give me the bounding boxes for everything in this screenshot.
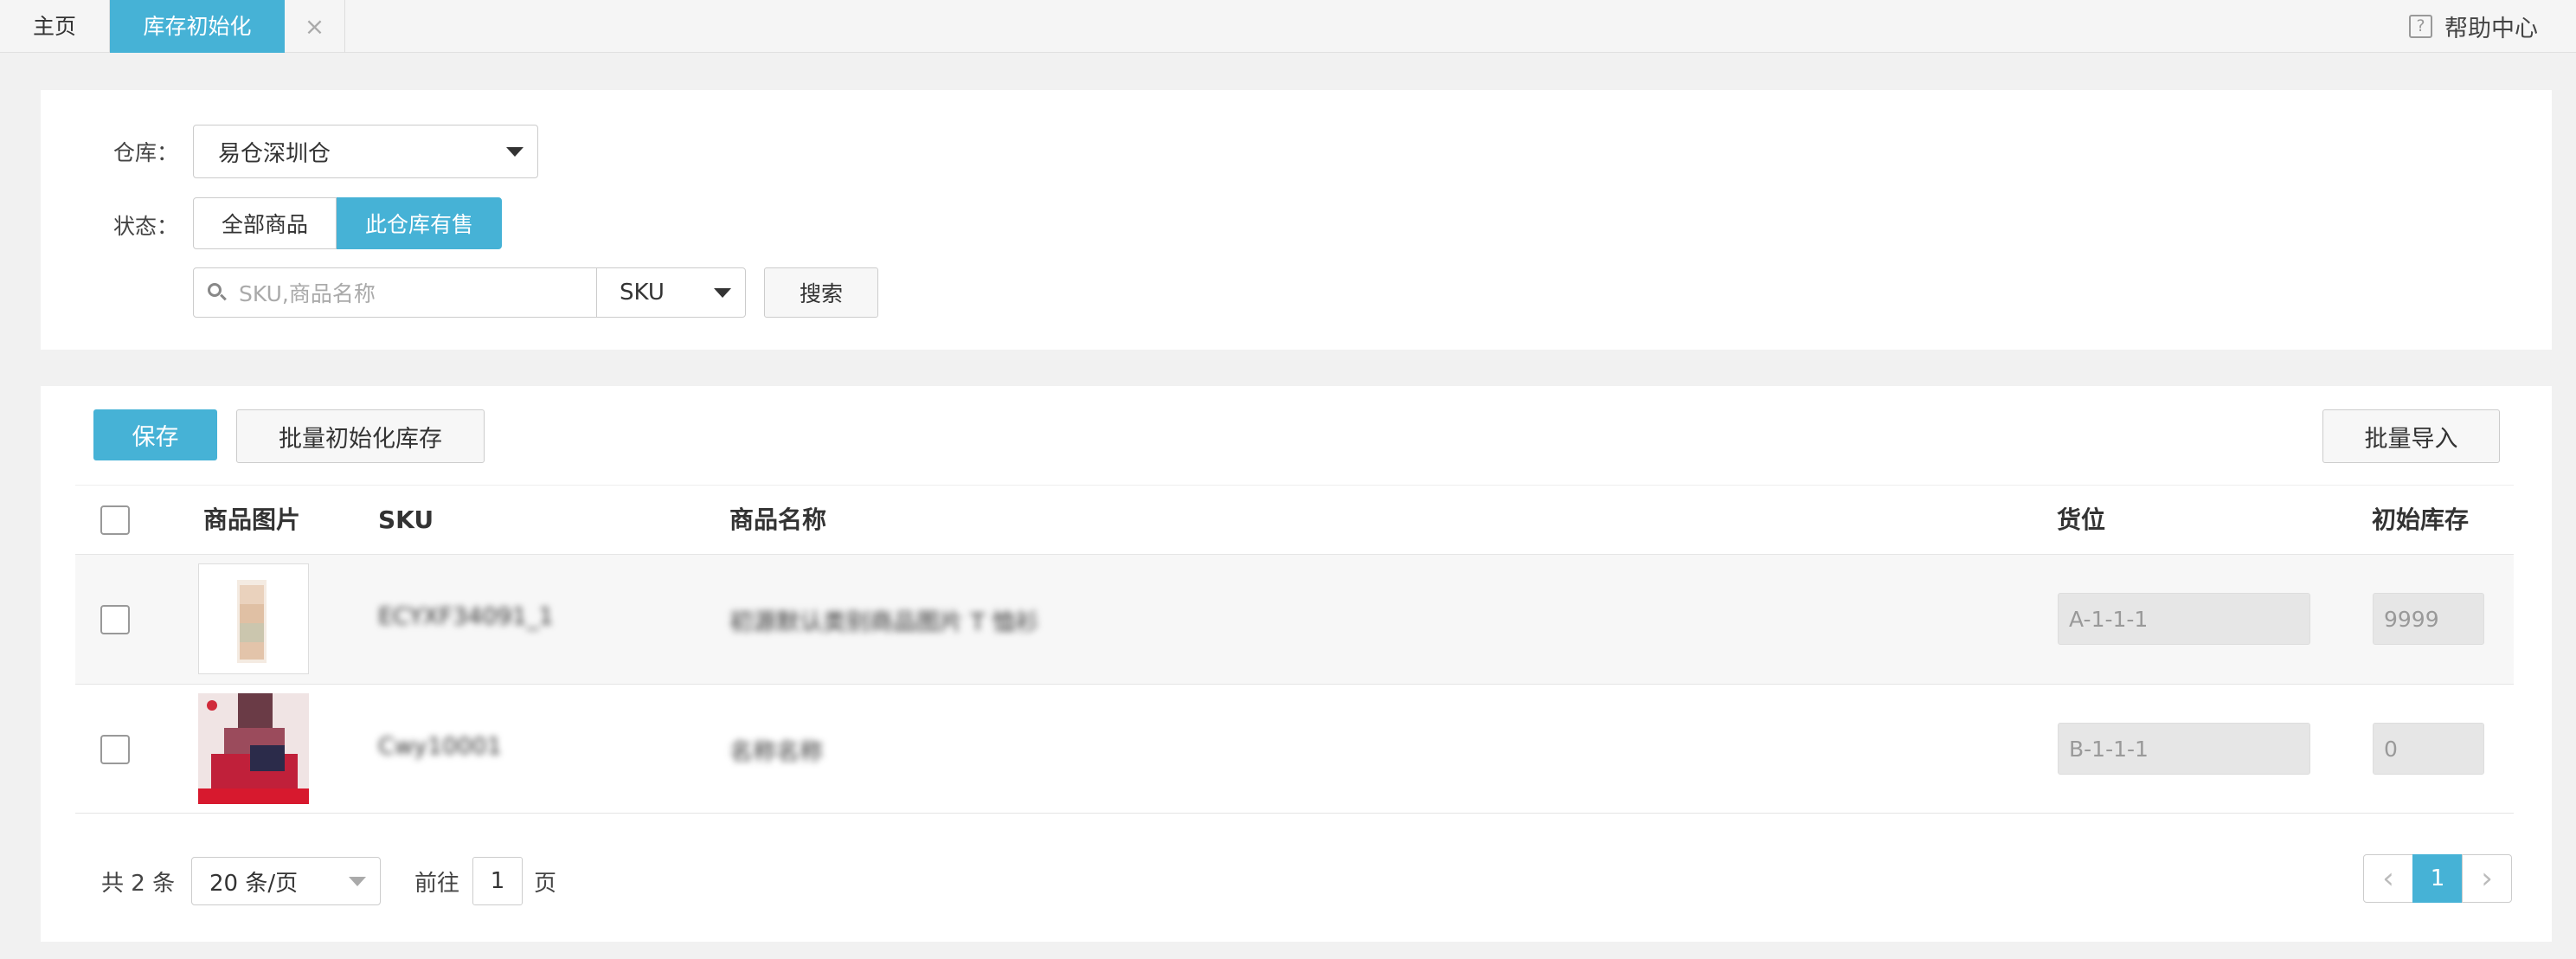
batch-import-button[interactable]: 批量导入: [2322, 409, 2500, 463]
page-size-value: 20 条/页: [209, 870, 299, 897]
header-image: 商品图片: [203, 505, 301, 534]
header-stock: 初始库存: [2372, 505, 2470, 534]
status-all-button[interactable]: 全部商品: [193, 197, 337, 249]
product-thumbnail: [198, 693, 309, 804]
search-field-value: SKU: [620, 280, 665, 306]
row-checkbox[interactable]: [100, 605, 130, 634]
table-header: 商品图片 SKU 商品名称 货位 初始库存: [75, 485, 2514, 554]
product-sku: ECYXF34091_1: [378, 603, 554, 630]
chevron-down-icon: [506, 147, 524, 157]
warehouse-value: 易仓深圳仓: [218, 140, 331, 167]
status-selling-button[interactable]: 此仓库有售: [337, 197, 502, 249]
chevron-down-icon: [349, 877, 366, 886]
product-sku: Cwy10001: [378, 733, 502, 760]
warehouse-label: 仓库：: [113, 140, 179, 165]
search-placeholder: SKU,商品名称: [239, 281, 376, 306]
help-center-link[interactable]: ? 帮助中心: [2409, 0, 2538, 53]
goto-page-input[interactable]: 1: [472, 857, 523, 905]
tab-bar: 主页 库存初始化 × ? 帮助中心: [0, 0, 2576, 53]
product-image: [198, 563, 309, 674]
status-label: 状态：: [113, 214, 179, 239]
prev-page-button[interactable]: ‹: [2363, 854, 2413, 903]
help-icon: ?: [2409, 15, 2432, 38]
next-page-button[interactable]: ›: [2462, 854, 2512, 903]
search-field-select[interactable]: SKU: [596, 267, 746, 318]
header-sku: SKU: [378, 505, 434, 534]
table-row: ECYXF34091_1 初源默认类别商品图片 T 恤衫 A-1-1-1 999…: [75, 554, 2514, 684]
close-tab-icon[interactable]: ×: [285, 0, 345, 53]
tab-inventory-init[interactable]: 库存初始化: [110, 0, 285, 53]
total-count: 共 2 条: [101, 871, 176, 897]
help-center-label: 帮助中心: [2444, 16, 2538, 42]
row-checkbox[interactable]: [100, 735, 130, 764]
filter-panel: 仓库： 易仓深圳仓 状态： 全部商品 此仓库有售 SKU,商品名称 SKU 搜索: [41, 90, 2552, 350]
header-location: 货位: [2057, 505, 2106, 534]
product-name: 名称名称: [729, 739, 823, 766]
save-button[interactable]: 保存: [93, 409, 217, 460]
table-panel: 保存 批量初始化库存 批量导入 商品图片 SKU 商品名称 货位 初始库存 EC…: [41, 386, 2552, 942]
search-input[interactable]: SKU,商品名称: [193, 267, 597, 318]
goto-suffix: 页: [534, 871, 557, 897]
location-input[interactable]: A-1-1-1: [2058, 593, 2310, 645]
page-size-select[interactable]: 20 条/页: [191, 857, 381, 905]
select-all-checkbox[interactable]: [100, 505, 130, 535]
search-button[interactable]: 搜索: [764, 267, 878, 318]
product-image: [198, 693, 309, 804]
stock-input[interactable]: 0: [2373, 723, 2484, 775]
header-name: 商品名称: [729, 505, 827, 534]
product-name: 初源默认类别商品图片 T 恤衫: [729, 609, 1039, 636]
batch-init-button[interactable]: 批量初始化库存: [236, 409, 485, 463]
search-icon: [208, 283, 227, 302]
goto-prefix: 前往: [414, 871, 460, 897]
chevron-down-icon: [714, 288, 731, 298]
product-thumbnail: [237, 580, 267, 663]
warehouse-select[interactable]: 易仓深圳仓: [193, 125, 538, 178]
current-page-button[interactable]: 1: [2412, 854, 2463, 903]
tab-home[interactable]: 主页: [0, 0, 110, 53]
table-row: Cwy10001 名称名称 B-1-1-1 0: [75, 684, 2514, 814]
stock-input[interactable]: 9999: [2373, 593, 2484, 645]
location-input[interactable]: B-1-1-1: [2058, 723, 2310, 775]
